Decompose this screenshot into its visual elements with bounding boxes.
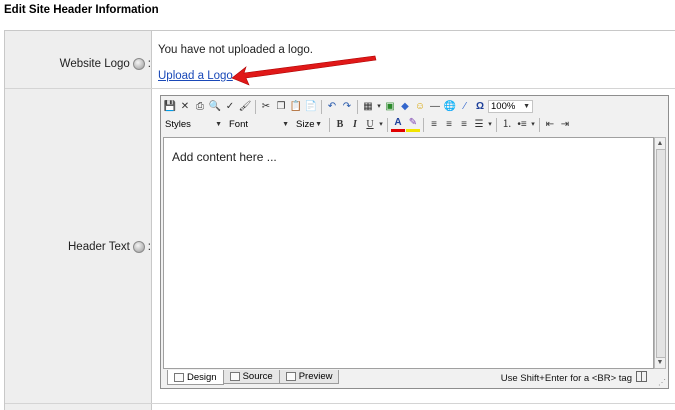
list-dropdown-icon[interactable]: ▾ [530,118,536,132]
editor-content-area[interactable]: Add content here ... [163,137,654,369]
highlight-icon[interactable]: ✎ [406,118,420,132]
hyperlink-icon[interactable]: 🌐 [443,100,457,114]
tab-preview-label: Preview [298,371,333,382]
toolbar-row-1: 💾 ✕ ⎙ 🔍 ✓ 🖌 ✂ ❐ 📋 📄 ↶ ↷ ▦ ▾ ▣ ◆ ☺ — 🌐 ⁄ … [163,98,535,115]
font-select-label: Font [229,119,249,130]
size-select-label: Size [296,119,315,130]
toolbar-separator [496,117,497,132]
rich-text-editor: 💾 ✕ ⎙ 🔍 ✓ 🖌 ✂ ❐ 📋 📄 ↶ ↷ ▦ ▾ ▣ ◆ ☺ — 🌐 ⁄ … [160,95,669,389]
tab-source[interactable]: Source [222,370,280,384]
toolbar-separator [329,117,330,132]
font-color-icon[interactable]: A [391,118,405,132]
cut-icon[interactable]: ✂ [259,100,273,114]
unordered-list-icon[interactable]: •≡ [515,118,529,132]
italic-icon[interactable]: I [348,118,362,132]
tab-source-label: Source [242,371,273,382]
toolbar-separator [357,99,358,114]
emoticon-icon[interactable]: ☺ [413,100,427,114]
toolbar-separator [423,117,424,132]
justify-icon[interactable]: ☰ [472,118,486,132]
align-right-icon[interactable]: ≡ [457,118,471,132]
upload-logo-link[interactable]: Upload a Logo [158,70,233,82]
editor-scrollbar[interactable]: ▲ ▼ [654,137,666,369]
styles-select-label: Styles [165,119,191,130]
horizontal-rule-icon[interactable]: — [428,100,442,114]
paste-icon[interactable]: 📋 [289,100,303,114]
scroll-down-icon[interactable]: ▼ [655,357,665,368]
page-title: Edit Site Header Information [4,4,159,16]
preview-icon [285,372,296,381]
website-logo-label-text: Website Logo [59,58,130,70]
styles-select[interactable]: Styles ▼ [163,118,224,131]
content-placeholder: Add content here ... [172,150,277,164]
special-object-icon[interactable]: ◆ [398,100,412,114]
undo-icon[interactable]: ↶ [325,100,339,114]
paste-text-icon[interactable]: 📄 [304,100,318,114]
outdent-icon[interactable]: ⇤ [543,118,557,132]
toolbar-separator [255,99,256,114]
info-icon[interactable] [132,58,145,70]
toolbar-row-2: Styles ▼ Font ▼ Size ▼ B I U ▾ A ✎ ≡ ≡ ≡… [163,116,572,133]
underline-icon[interactable]: U [363,118,377,132]
format-painter-icon[interactable]: 🖌 [238,100,252,114]
chevron-down-icon: ▼ [215,121,222,128]
align-left-icon[interactable]: ≡ [427,118,441,132]
scroll-up-icon[interactable]: ▲ [655,138,665,149]
info-icon[interactable] [132,241,145,253]
source-icon [229,372,240,381]
align-dropdown-icon[interactable]: ▾ [487,118,493,132]
print-icon[interactable]: ⎙ [193,100,207,114]
tab-design[interactable]: Design [167,370,224,385]
header-form: Website Logo : You have not uploaded a l… [4,30,675,410]
font-select[interactable]: Font ▼ [227,118,291,131]
save-icon[interactable]: 💾 [163,100,177,114]
table-dropdown-icon[interactable]: ▾ [376,100,382,114]
row-divider [5,403,675,404]
bold-icon[interactable]: B [333,118,347,132]
editor-mode-tabs: Design Source Preview [167,370,340,385]
label-colon: : [147,58,151,70]
image-icon[interactable]: ▣ [383,100,397,114]
header-text-label: Header Text : [68,241,151,253]
tab-preview[interactable]: Preview [278,370,340,384]
toolbar-separator [321,99,322,114]
website-logo-label: Website Logo : [60,58,151,70]
omega-icon[interactable]: Ω [473,100,487,114]
redo-icon[interactable]: ↷ [340,100,354,114]
format-dropdown-icon[interactable]: ▾ [378,118,384,132]
chevron-down-icon: ▼ [282,121,289,128]
cancel-icon[interactable]: ✕ [178,100,192,114]
design-icon [174,372,184,382]
remove-format-icon[interactable]: ⁄ [458,100,472,114]
table-icon[interactable]: ▦ [361,100,375,114]
zoom-select[interactable]: 100% ▼ [488,100,533,113]
html-mode-icon[interactable] [636,371,647,382]
zoom-value: 100% [491,101,516,112]
shift-enter-hint: Use Shift+Enter for a <BR> tag [500,373,632,384]
red-arrow-annotation [231,55,377,86]
toolbar-separator [387,117,388,132]
size-select[interactable]: Size ▼ [294,118,324,131]
header-text-label-text: Header Text [68,241,130,253]
label-colon: : [147,241,151,253]
resize-handle-icon[interactable]: ⋰ [658,378,666,387]
indent-icon[interactable]: ⇥ [558,118,572,132]
copy-icon[interactable]: ❐ [274,100,288,114]
find-icon[interactable]: 🔍 [208,100,222,114]
ordered-list-icon[interactable]: ⒈ [500,118,514,132]
spellcheck-icon[interactable]: ✓ [223,100,237,114]
chevron-down-icon: ▼ [315,121,322,128]
tab-design-label: Design [187,371,217,383]
align-center-icon[interactable]: ≡ [442,118,456,132]
scrollbar-thumb[interactable] [656,149,666,358]
toolbar-separator [539,117,540,132]
chevron-down-icon: ▼ [523,103,530,110]
